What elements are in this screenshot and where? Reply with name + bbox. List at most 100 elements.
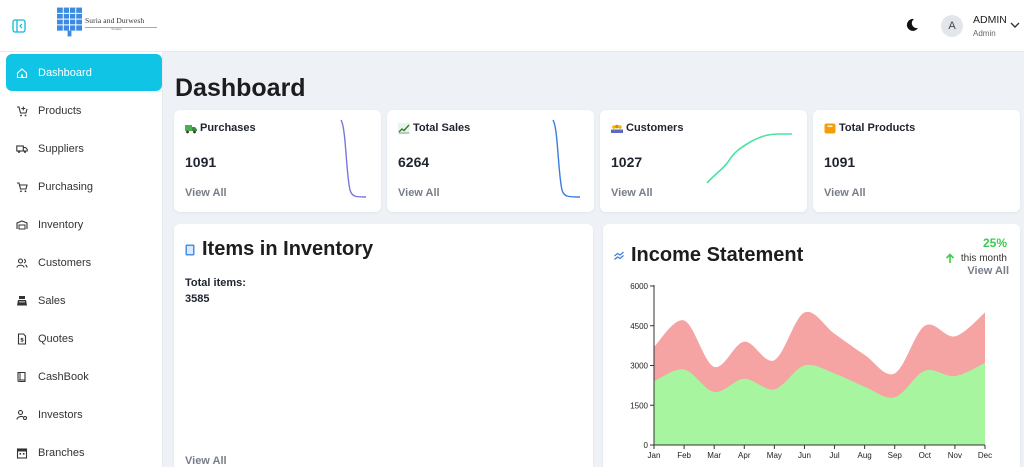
stat-card-customers: Customers 1027 View All [600, 110, 807, 212]
x-tick-label: Mar [707, 451, 721, 460]
brand-name: Suria and Durwesh [85, 16, 145, 25]
cart-plus-icon [17, 105, 28, 116]
stat-card-total-sales: Total Sales 6264 View All [387, 110, 594, 212]
y-tick-label: 6000 [630, 282, 648, 291]
y-tick-label: 4500 [630, 322, 648, 331]
avatar[interactable]: A [941, 15, 963, 37]
sidebar-item-purchasing[interactable]: Purchasing [6, 168, 162, 205]
warehouse-icon [16, 219, 28, 229]
truck-icon [16, 144, 28, 153]
total-items-value: 3585 [185, 293, 210, 305]
x-tick-label: Nov [948, 451, 962, 460]
stat-value: 6264 [398, 154, 430, 170]
purchases-sparkline [340, 119, 367, 198]
sidebar-item-label: Sales [38, 294, 66, 307]
stat-value: 1027 [611, 154, 643, 170]
sidebar-item-label: Products [38, 104, 82, 117]
sidebar-item-label: Quotes [38, 332, 74, 345]
cash-register-icon [17, 295, 27, 305]
stat-value: 1091 [185, 154, 217, 170]
stat-card-purchases: Purchases 1091 View All [174, 110, 381, 212]
view-all-link[interactable]: View All [611, 187, 653, 199]
sales-sparkline [552, 119, 581, 198]
sidebar-item-products[interactable]: Products [6, 92, 162, 129]
sidebar-item-label: CashBook [38, 370, 89, 383]
chevron-down-icon[interactable] [1010, 21, 1020, 29]
user-role: Admin [973, 29, 996, 38]
view-all-link[interactable]: View All [185, 187, 227, 199]
stat-title: Total Sales [398, 122, 470, 134]
users-icon [16, 257, 28, 268]
sidebar-item-quotes[interactable]: $ Quotes [6, 320, 162, 357]
sidebar-item-label: Customers [38, 256, 92, 269]
truck-emoji-icon [185, 124, 197, 133]
box-emoji-icon [824, 123, 836, 133]
brand-tagline: Traders [111, 27, 122, 31]
crowd-emoji-icon [611, 124, 623, 133]
sidebar-item-label: Branches [38, 446, 85, 459]
stat-card-total-products: Total Products 1091 View All [813, 110, 1020, 212]
y-tick-label: 3000 [630, 362, 648, 371]
x-tick-label: May [767, 451, 782, 460]
book-icon [17, 371, 26, 382]
book-emoji-icon [185, 244, 195, 255]
x-tick-label: Aug [858, 451, 872, 460]
shopping-cart-icon [17, 181, 28, 192]
total-items-label: Total items: [185, 277, 246, 289]
stat-title: Purchases [185, 122, 256, 134]
x-tick-label: Jun [798, 451, 811, 460]
stat-title-label: Purchases [200, 122, 256, 134]
view-all-link[interactable]: View All [398, 187, 440, 199]
sidebar-item-label: Suppliers [38, 142, 84, 155]
income-panel: Income Statement 25% this month View All… [603, 224, 1020, 467]
sidebar-item-customers[interactable]: Customers [6, 244, 162, 281]
sidebar-item-investors[interactable]: Investors [6, 396, 162, 433]
x-tick-label: Jul [829, 451, 839, 460]
x-tick-label: Sep [888, 451, 903, 460]
x-tick-label: Apr [738, 451, 751, 460]
inventory-title-label: Items in Inventory [202, 238, 374, 260]
top-bar: Suria and Durwesh Traders A ADMIN Admin [0, 0, 1024, 52]
stat-title: Customers [611, 122, 683, 134]
view-all-link[interactable]: View All [824, 187, 866, 199]
moon-icon[interactable] [904, 17, 920, 33]
brand-logo[interactable]: Suria and Durwesh Traders [57, 7, 157, 45]
user-name[interactable]: ADMIN [973, 14, 1007, 26]
svg-text:$: $ [20, 337, 24, 343]
sidebar: Dashboard Products Suppliers Purchasing … [0, 52, 163, 467]
sidebar-item-inventory[interactable]: Inventory [6, 206, 162, 243]
sidebar-item-label: Dashboard [38, 66, 92, 79]
inventory-panel: Items in Inventory Total items: 3585 Vie… [174, 224, 593, 467]
stat-title-label: Total Products [839, 122, 916, 134]
sidebar-item-label: Inventory [38, 218, 84, 231]
x-tick-label: Feb [677, 451, 691, 460]
sidebar-item-label: Investors [38, 408, 83, 421]
sidebar-item-cashbook[interactable]: CashBook [6, 358, 162, 395]
view-all-link[interactable]: View All [185, 455, 227, 467]
sidebar-item-suppliers[interactable]: Suppliers [6, 130, 162, 167]
user-cog-icon [16, 409, 27, 420]
income-area-chart: 0 1500 3000 4500 6000 Jan Feb Mar Apr May Jun Jul Au… [630, 282, 992, 460]
y-tick-label: 0 [644, 441, 649, 450]
sidebar-item-dashboard[interactable]: Dashboard [6, 54, 162, 91]
inventory-title: Items in Inventory [185, 238, 373, 261]
sidebar-item-label: Purchasing [38, 180, 94, 193]
home-icon [16, 67, 28, 78]
x-tick-label: Oct [919, 451, 932, 460]
stat-value: 1091 [824, 154, 856, 170]
stat-title-label: Customers [626, 122, 684, 134]
sidebar-item-branches[interactable]: Branches [6, 434, 162, 467]
chart-up-emoji-icon [398, 122, 410, 134]
file-dollar-icon: $ [17, 332, 27, 345]
page-title: Dashboard [175, 74, 306, 102]
x-tick-label: Dec [978, 451, 992, 460]
stat-title: Total Products [824, 122, 915, 134]
stat-title-label: Total Sales [413, 122, 471, 134]
building-icon [16, 447, 28, 459]
sidebar-collapse-icon[interactable] [12, 19, 26, 33]
solar-panel-logo-icon [57, 7, 82, 37]
y-tick-label: 1500 [630, 401, 648, 410]
x-tick-label: Jan [648, 451, 661, 460]
customers-sparkline [706, 133, 792, 184]
sidebar-item-sales[interactable]: Sales [6, 282, 162, 319]
